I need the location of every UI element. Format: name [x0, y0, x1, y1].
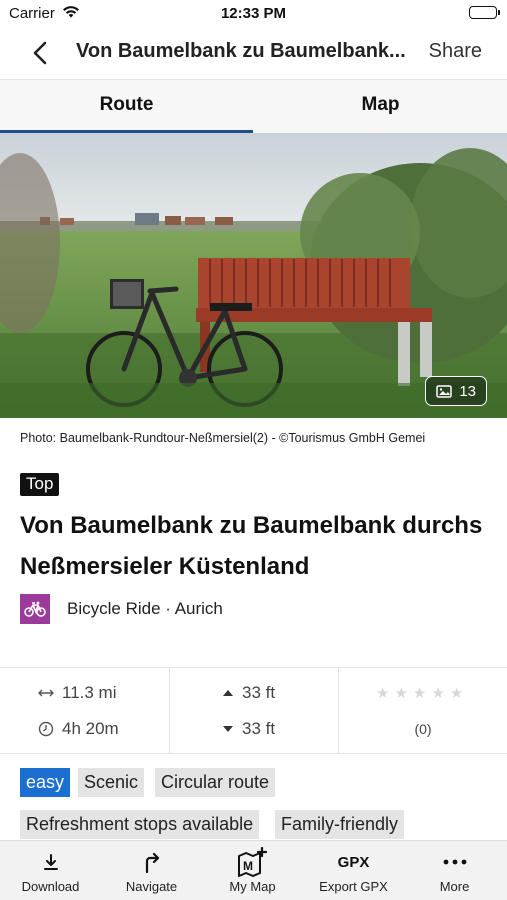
export-gpx-label: Export GPX	[319, 879, 388, 894]
navigate-label: Navigate	[125, 879, 178, 894]
route-title: Von Baumelbank zu Baumelbank durchs Neßm…	[20, 512, 483, 580]
photo-caption: Photo: Baumelbank-Rundtour-Neßmersiel(2)…	[20, 431, 426, 445]
route-stats: 11.3 mi 4h 20m 33 ft 33 ft ★ ★ ★ ★ ★ (0)	[0, 667, 507, 754]
ascent-stat: 33 ft	[222, 683, 275, 703]
star-icon: ★	[431, 685, 445, 702]
clock: 12:33 PM	[220, 5, 287, 22]
stats-column-distance: 11.3 mi 4h 20m	[0, 668, 170, 754]
navigate-icon	[101, 849, 202, 875]
ascent-value: 33 ft	[242, 683, 276, 702]
stats-column-rating: ★ ★ ★ ★ ★ (0)	[339, 668, 507, 754]
descent-icon	[223, 726, 233, 732]
route-category: Bicycle Ride · Aurich	[20, 594, 223, 624]
more-button[interactable]: More	[404, 841, 505, 900]
my-map-label: My Map	[229, 879, 276, 894]
hero-photo[interactable]: 13	[0, 133, 507, 418]
clock-icon	[38, 721, 54, 737]
ascent-icon	[223, 690, 233, 696]
back-button[interactable]	[26, 38, 56, 68]
battery-icon	[469, 6, 500, 19]
download-label: Download	[21, 879, 80, 894]
gpx-icon-text: GPX	[337, 853, 370, 871]
tag-circular-route: Circular route	[155, 768, 276, 797]
photo-count-label: 13	[459, 382, 476, 400]
status-bar: Carrier 12:33 PM	[0, 0, 507, 28]
navigate-button[interactable]: Navigate	[101, 841, 202, 900]
duration-stat: 4h 20m	[38, 719, 119, 739]
tag-family-friendly: Family-friendly	[275, 810, 405, 839]
tab-route[interactable]: Route	[0, 80, 253, 134]
descent-value: 33 ft	[242, 719, 276, 738]
export-gpx-button[interactable]: GPX Export GPX	[303, 841, 404, 900]
duration-value: 4h 20m	[62, 719, 119, 738]
bicycle-icon	[20, 594, 50, 624]
more-icon	[404, 849, 505, 875]
page-title: Von Baumelbank zu Baumelbank...	[76, 40, 406, 62]
more-label: More	[439, 879, 470, 894]
top-badge: Top	[20, 473, 60, 496]
star-icon: ★	[412, 685, 427, 702]
bottom-toolbar: Download Navigate M My Map GPX Export GP…	[0, 840, 507, 900]
navigation-bar: Von Baumelbank zu Baumelbank... Share	[0, 28, 507, 78]
tag-scenic: Scenic	[78, 768, 145, 797]
distance-value: 11.3 mi	[62, 683, 117, 702]
star-icon: ★	[449, 685, 464, 702]
tag-refreshment-stops: Refreshment stops available	[20, 810, 260, 839]
tag-difficulty: easy	[20, 768, 71, 797]
my-map-button[interactable]: M My Map	[202, 841, 303, 900]
stats-column-elevation: 33 ft 33 ft	[170, 668, 339, 754]
share-button[interactable]: Share	[429, 40, 482, 63]
category-label: Bicycle Ride · Aurich	[67, 599, 223, 618]
descent-stat: 33 ft	[222, 719, 275, 739]
tab-map[interactable]: Map	[254, 80, 507, 134]
rating-stars: ★ ★ ★ ★ ★	[376, 684, 463, 702]
chevron-left-icon	[33, 41, 47, 65]
star-icon: ★	[376, 685, 390, 702]
gpx-icon: GPX	[303, 849, 404, 875]
svg-text:M: M	[243, 859, 253, 873]
my-map-icon: M	[202, 847, 303, 877]
distance-icon	[38, 689, 54, 697]
download-icon	[0, 849, 101, 875]
rating-count: (0)	[414, 721, 432, 737]
star-icon: ★	[394, 685, 408, 702]
segment-tabs: Route Map	[0, 79, 507, 134]
distance-stat: 11.3 mi	[38, 683, 117, 703]
photo-gallery-button[interactable]: 13	[425, 376, 487, 406]
download-button[interactable]: Download	[0, 841, 101, 900]
image-icon	[436, 384, 453, 398]
